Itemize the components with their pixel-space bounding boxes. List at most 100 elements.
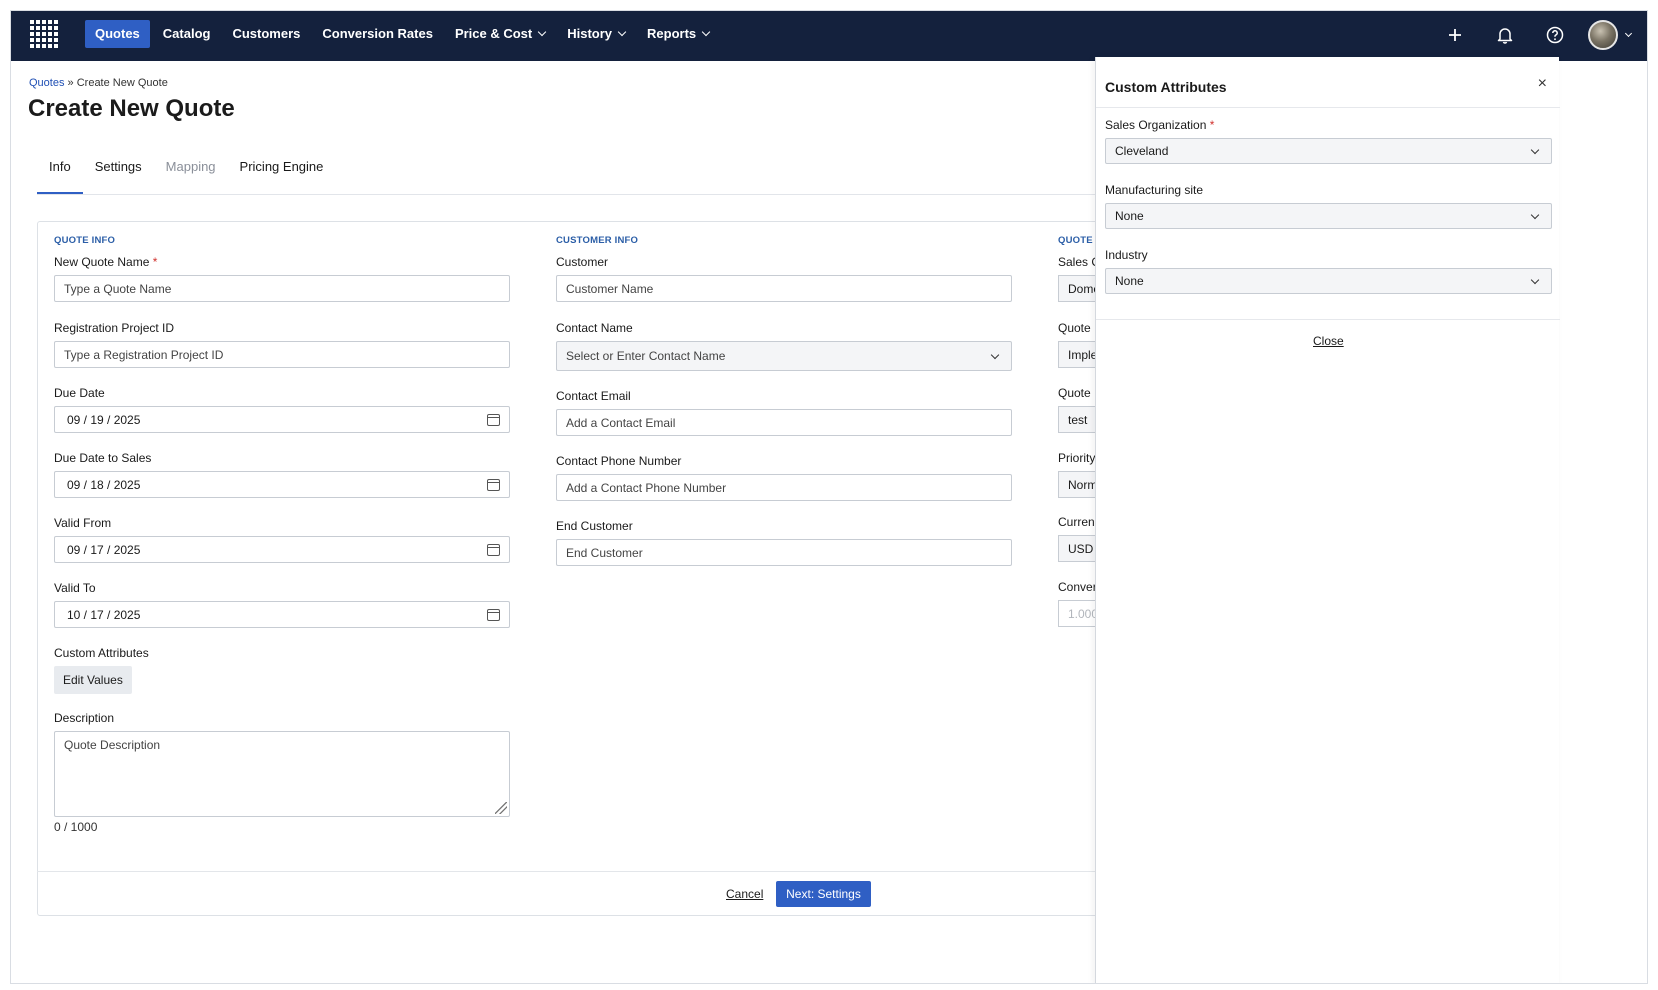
- contact-phone-input[interactable]: Add a Contact Phone Number: [556, 474, 1012, 501]
- nav-item-label: Catalog: [162, 26, 211, 41]
- registration-id-input[interactable]: Type a Registration Project ID: [54, 341, 510, 368]
- calendar-icon[interactable]: [487, 413, 500, 426]
- top-nav: Quotes Catalog Customers Conversion Rate…: [11, 11, 1647, 61]
- placeholder-text: Select or Enter Contact Name: [566, 349, 726, 363]
- cancel-link[interactable]: Cancel: [726, 887, 763, 901]
- chevron-down-icon: [990, 350, 1000, 359]
- contact-name-field: Contact Name Select or Enter Contact Nam…: [556, 321, 1012, 371]
- manufacturing-site-select[interactable]: None: [1105, 203, 1552, 229]
- contact-email-input[interactable]: Add a Contact Email: [556, 409, 1012, 436]
- nav-item-customers[interactable]: Customers: [221, 20, 311, 48]
- calendar-icon[interactable]: [487, 608, 500, 621]
- contact-phone-field: Contact Phone Number Add a Contact Phone…: [556, 454, 1012, 501]
- tab-bar: Info Settings Mapping Pricing Engine: [37, 156, 335, 194]
- contact-email-field: Contact Email Add a Contact Email: [556, 389, 1012, 436]
- breadcrumb: Quotes » Create New Quote: [29, 77, 168, 89]
- nav-item-label: Reports: [647, 26, 697, 41]
- due-date-sales-input[interactable]: 09 / 18 / 2025: [54, 471, 510, 498]
- due-date-label: Due Date: [54, 386, 105, 400]
- contact-name-select[interactable]: Select or Enter Contact Name: [556, 341, 1012, 371]
- avatar[interactable]: [1588, 20, 1618, 50]
- due-date-field: Due Date 09 / 19 / 2025: [54, 386, 510, 433]
- nav-item-price-cost[interactable]: Price & Cost: [444, 20, 556, 48]
- industry-label: Industry: [1105, 248, 1148, 262]
- customer-input[interactable]: Customer Name: [556, 275, 1012, 302]
- help-icon[interactable]: [1530, 17, 1580, 53]
- nav-item-history[interactable]: History: [556, 20, 636, 48]
- due-date-input[interactable]: 09 / 19 / 2025: [54, 406, 510, 433]
- chevron-down-icon: [617, 27, 627, 37]
- selected-value: None: [1115, 209, 1144, 223]
- nav-item-conversion-rates[interactable]: Conversion Rates: [311, 20, 444, 48]
- edit-values-button[interactable]: Edit Values: [54, 666, 132, 694]
- custom-attributes-panel: Custom Attributes × Sales Organization *…: [1095, 57, 1560, 983]
- chevron-down-icon: [1624, 29, 1633, 37]
- nav-item-label: Conversion Rates: [322, 26, 433, 41]
- contact-phone-label: Contact Phone Number: [556, 454, 682, 468]
- panel-footer-divider: [1096, 319, 1560, 320]
- breadcrumb-current: Create New Quote: [76, 77, 168, 89]
- selected-value: Cleveland: [1115, 144, 1169, 158]
- contact-email-label: Contact Email: [556, 389, 631, 403]
- valid-to-label: Valid To: [54, 581, 96, 595]
- placeholder-text: Type a Quote Name: [64, 281, 172, 296]
- user-menu[interactable]: [1588, 20, 1633, 50]
- registration-id-field: Registration Project ID Type a Registrat…: [54, 321, 510, 368]
- calendar-icon[interactable]: [487, 478, 500, 491]
- valid-from-field: Valid From 09 / 17 / 2025: [54, 516, 510, 563]
- card-footer-divider: [37, 871, 1157, 872]
- customer-info-column: CUSTOMER INFO Customer Customer Name Con…: [556, 235, 1012, 566]
- required-marker: *: [152, 255, 158, 269]
- section-label-quote-settings: QUOTE: [1058, 235, 1093, 246]
- quote-name-label: New Quote Name: [54, 255, 150, 269]
- end-customer-input[interactable]: End Customer: [556, 539, 1012, 566]
- valid-to-field: Valid To 10 / 17 / 2025: [54, 581, 510, 628]
- tab-info[interactable]: Info: [37, 156, 83, 194]
- app-grid-logo-icon[interactable]: [29, 19, 59, 49]
- nav-item-label: Price & Cost: [454, 26, 533, 41]
- quote-name-input[interactable]: Type a Quote Name: [54, 275, 510, 302]
- sales-organization-label: Sales Organization: [1105, 118, 1207, 132]
- tab-pricing-engine[interactable]: Pricing Engine: [228, 156, 336, 194]
- tab-settings[interactable]: Settings: [83, 156, 154, 194]
- nav-item-catalog[interactable]: Catalog: [152, 20, 222, 48]
- valid-from-input[interactable]: 09 / 17 / 2025: [54, 536, 510, 563]
- placeholder-text: Add a Contact Email: [566, 415, 676, 430]
- selected-value: None: [1115, 274, 1144, 288]
- calendar-icon[interactable]: [487, 543, 500, 556]
- app-window: Quotes Catalog Customers Conversion Rate…: [10, 10, 1648, 984]
- next-settings-button[interactable]: Next: Settings: [776, 881, 871, 907]
- nav-item-quotes[interactable]: Quotes: [85, 20, 150, 48]
- description-textarea[interactable]: Quote Description: [54, 731, 510, 817]
- custom-attributes-label: Custom Attributes: [54, 646, 149, 660]
- contact-name-label: Contact Name: [556, 321, 633, 335]
- end-customer-label: End Customer: [556, 519, 633, 533]
- chevron-down-icon: [1530, 145, 1540, 154]
- placeholder-text: Add a Contact Phone Number: [566, 480, 727, 495]
- section-label-customer-info: CUSTOMER INFO: [556, 235, 639, 246]
- tabs-divider: [37, 194, 1127, 195]
- manufacturing-site-field: Manufacturing site None: [1105, 183, 1552, 229]
- plus-icon[interactable]: [1430, 17, 1480, 53]
- sales-organization-field: Sales Organization * Cleveland: [1105, 118, 1552, 164]
- nav-item-reports[interactable]: Reports: [636, 20, 720, 48]
- manufacturing-site-label: Manufacturing site: [1105, 183, 1204, 197]
- customer-label: Customer: [556, 255, 609, 269]
- valid-to-input[interactable]: 10 / 17 / 2025: [54, 601, 510, 628]
- field-label: New Quote Name *: [54, 255, 510, 269]
- close-icon[interactable]: ×: [1538, 75, 1547, 93]
- bell-icon[interactable]: [1480, 17, 1530, 53]
- registration-id-label: Registration Project ID: [54, 321, 175, 335]
- page-title: Create New Quote: [28, 95, 235, 122]
- sales-organization-select[interactable]: Cleveland: [1105, 138, 1552, 164]
- nav-item-label: Customers: [232, 26, 301, 41]
- end-customer-field: End Customer End Customer: [556, 519, 1012, 566]
- required-marker: *: [1209, 118, 1215, 132]
- resize-handle-icon[interactable]: [495, 802, 507, 814]
- panel-close-link[interactable]: Close: [1313, 334, 1344, 348]
- industry-select[interactable]: None: [1105, 268, 1552, 294]
- due-date-sales-label: Due Date to Sales: [54, 451, 152, 465]
- breadcrumb-quotes-link[interactable]: Quotes: [29, 77, 64, 89]
- date-value: 09 / 19 / 2025: [67, 412, 141, 427]
- placeholder-text: End Customer: [566, 545, 643, 560]
